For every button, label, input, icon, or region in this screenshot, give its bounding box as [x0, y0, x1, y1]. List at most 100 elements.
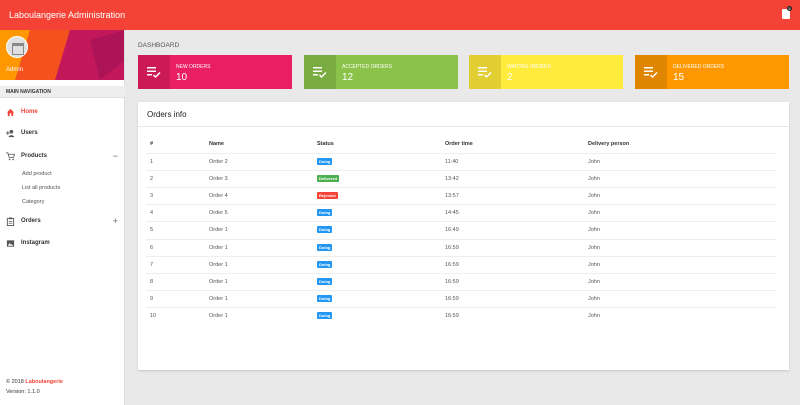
playlist-check-icon — [478, 67, 492, 79]
home-icon — [6, 108, 15, 117]
sidebar-footer: © 2018 Laboulangerie Version: 1.1.0 — [6, 377, 63, 397]
cell-order-time: 11:40 — [445, 159, 459, 165]
table-row[interactable]: 3 Order 4 13:57 John Rejected — [146, 187, 776, 204]
status-badge: Doing — [317, 311, 333, 319]
user-name[interactable]: Admin — [6, 67, 23, 73]
clipboard-icon — [6, 217, 15, 226]
avatar[interactable] — [6, 36, 28, 58]
cell-number: 9 — [150, 295, 154, 302]
sidebar-item-products[interactable]: Products − — [0, 149, 125, 163]
status-badge: Doing — [317, 260, 333, 268]
orders-panel-title: Orders info — [147, 110, 187, 119]
cell-order-time: 16:59 — [445, 244, 459, 251]
table-row[interactable]: 8 Order 1 16:59 John Doing — [146, 272, 776, 290]
cell-order-time: 16:59 — [445, 312, 459, 319]
table-row[interactable]: 7 Order 1 16:59 John Doing — [146, 255, 776, 273]
cell-delivery-person: John — [588, 278, 600, 285]
playlist-check-icon — [644, 67, 658, 79]
copyright-prefix: © 2018 — [6, 379, 26, 385]
table-row[interactable]: 5 Order 1 16:49 John Doing — [146, 221, 776, 238]
table-row[interactable]: 6 Order 1 16:59 John Doing — [146, 238, 776, 256]
sidebar-item-label: Home — [21, 109, 38, 115]
notification-badge: 5 — [787, 6, 792, 11]
status-badge: Doing — [317, 158, 333, 165]
cell-number: 2 — [150, 176, 154, 183]
collapse-icon[interactable]: − — [113, 151, 118, 161]
cell-number: 10 — [150, 312, 157, 319]
card-delivered-orders[interactable]: DELIVERED ORDERS 15 — [635, 55, 789, 89]
cell-name: Order 1 — [209, 227, 228, 234]
status-badge: Delivered — [317, 175, 340, 183]
expand-icon[interactable]: + — [113, 216, 118, 226]
card-value: 15 — [673, 72, 685, 83]
card-title: WAITING ORDERS — [507, 64, 551, 70]
copyright-brand-link[interactable]: Laboulangerie — [25, 379, 63, 385]
status-badge: Doing — [317, 226, 333, 234]
notification-icon[interactable]: 5 — [782, 6, 792, 19]
breadcrumb: DASHBOARD — [138, 42, 180, 49]
table-row[interactable]: 9 Order 1 16:59 John Doing — [146, 289, 776, 307]
status-badge: Doing — [317, 209, 333, 217]
cell-delivery-person: John — [588, 159, 600, 165]
nav-header: MAIN NAVIGATION — [0, 86, 125, 98]
cell-delivery-person: John — [588, 295, 600, 302]
card-title: DELIVERED ORDERS — [673, 64, 725, 70]
cell-delivery-person: John — [588, 244, 600, 251]
sidebar-item-users[interactable]: Users — [0, 126, 125, 140]
status-badge: Doing — [317, 243, 333, 251]
card-new-orders[interactable]: NEW ORDERS 10 — [138, 55, 292, 89]
cell-name: Order 5 — [209, 210, 228, 217]
cell-number: 7 — [150, 261, 154, 268]
card-icon-box — [304, 55, 336, 89]
cell-order-time: 13:57 — [445, 193, 459, 200]
sidebar-subitem-category[interactable]: Category — [22, 199, 44, 205]
sidebar-item-label: Users — [21, 130, 38, 136]
cart-icon — [6, 152, 15, 161]
card-waiting-orders[interactable]: WAITING ORDERS 2 — [469, 55, 623, 89]
playlist-check-icon — [147, 67, 161, 79]
cell-delivery-person: John — [588, 261, 600, 268]
version-text: Version: 1.1.0 — [6, 389, 40, 395]
cell-delivery-person: John — [588, 176, 600, 183]
cell-delivery-person: John — [588, 312, 600, 319]
cell-name: Order 2 — [209, 159, 228, 165]
app-title[interactable]: Laboulangerie Administration — [9, 10, 125, 20]
card-icon-box — [469, 55, 501, 89]
sidebar-item-orders[interactable]: Orders + — [0, 214, 125, 228]
card-accepted-orders[interactable]: ACCEPTED ORDERS 12 — [304, 55, 458, 89]
card-icon-box — [138, 55, 170, 89]
cell-number: 8 — [150, 278, 154, 285]
user-info: Admin — [0, 30, 124, 80]
cell-number: 3 — [150, 193, 154, 200]
column-header-name: Name — [209, 141, 224, 147]
cell-order-time: 16:59 — [445, 261, 459, 268]
sidebar-subitem-add-product[interactable]: Add product — [22, 171, 52, 177]
card-icon-box — [635, 55, 667, 89]
playlist-check-icon — [313, 67, 327, 79]
column-header-status: Status — [317, 141, 334, 147]
sidebar-item-label: Instagram — [21, 240, 50, 246]
copyright: © 2018 Laboulangerie — [6, 377, 63, 387]
table-row[interactable]: 10 Order 1 16:59 John Doing — [146, 306, 776, 324]
table-row[interactable]: 2 Order 3 13:42 John Delivered — [146, 170, 776, 187]
cell-order-time: 16:49 — [445, 227, 459, 234]
main-content: DASHBOARD NEW ORDERS 10 ACCEPTED ORDERS … — [125, 30, 800, 405]
cell-name: Order 1 — [209, 244, 228, 251]
column-header-delivery-person: Delivery person — [588, 141, 630, 147]
column-header-order-time: Order time — [445, 141, 473, 147]
sidebar-item-instagram[interactable]: Instagram — [0, 236, 125, 250]
status-badge: Doing — [317, 294, 333, 302]
image-icon — [6, 240, 15, 247]
sidebar-item-home[interactable]: Home — [0, 105, 125, 119]
orders-panel-header: Orders info — [138, 102, 789, 127]
sidebar: Admin MAIN NAVIGATION Home Users Product… — [0, 30, 125, 405]
sidebar-subitem-list-products[interactable]: List all products — [22, 185, 60, 191]
top-bar: Laboulangerie Administration 5 — [0, 0, 800, 30]
cell-name: Order 4 — [209, 193, 228, 200]
status-badge: Doing — [317, 277, 333, 285]
table-row[interactable]: 4 Order 5 14:45 John Doing — [146, 204, 776, 221]
cell-order-time: 13:42 — [445, 176, 459, 183]
cell-number: 5 — [150, 227, 154, 234]
table-row[interactable]: 1 Order 2 11:40 John Doing — [146, 153, 776, 170]
orders-panel: Orders info # Name Status Order time Del… — [138, 102, 789, 370]
